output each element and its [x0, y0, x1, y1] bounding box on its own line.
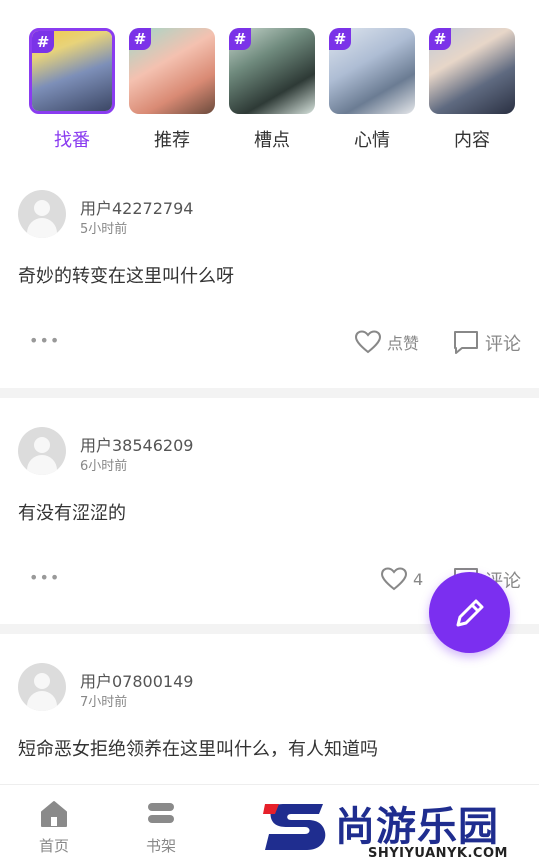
heart-icon: [355, 330, 381, 354]
pencil-icon: [456, 599, 483, 626]
topic-thumbnail: #: [329, 28, 415, 114]
topic-item-zhaofan[interactable]: # 找番: [22, 0, 122, 160]
topic-thumbnail: #: [229, 28, 315, 114]
like-count: 4: [413, 569, 424, 589]
post-card[interactable]: 用户07800149 7小时前 短命恶女拒绝领养在这里叫什么，有人知道吗: [0, 634, 539, 784]
avatar[interactable]: [18, 190, 66, 238]
topic-item-neirong[interactable]: # 内容: [422, 0, 522, 160]
post-username[interactable]: 用户42272794: [80, 195, 193, 219]
hashtag-badge: #: [229, 28, 251, 50]
avatar-body-shape: [27, 455, 57, 475]
hashtag-badge: #: [329, 28, 351, 50]
topic-item-tuijian[interactable]: # 推荐: [122, 0, 222, 160]
topic-item-caodian[interactable]: # 槽点: [222, 0, 322, 160]
bookshelf-icon: [148, 803, 174, 823]
topic-label: 内容: [454, 130, 490, 151]
topic-row: # 找番 # 推荐 # 槽点 # 心情 # 内容: [0, 0, 539, 160]
nav-item-home[interactable]: 首页: [9, 785, 99, 856]
topic-label: 找番: [54, 130, 90, 151]
nav-label: 书架: [145, 837, 176, 855]
more-options-icon[interactable]: •••: [29, 568, 60, 587]
watermark-logo-icon: [263, 804, 326, 850]
topic-label: 心情: [354, 130, 390, 151]
avatar[interactable]: [18, 427, 66, 475]
like-label: 点赞: [387, 334, 420, 353]
comment-label: 评论: [485, 334, 521, 355]
comment-button[interactable]: 评论: [453, 330, 521, 356]
hashtag-badge: #: [32, 31, 54, 53]
nav-label: 首页: [38, 837, 69, 855]
hashtag-badge: #: [429, 28, 451, 50]
watermark-subtitle: SHYIYUANYK.COM: [368, 846, 508, 861]
topic-thumbnail: #: [29, 28, 115, 114]
post-username[interactable]: 用户38546209: [80, 432, 193, 456]
topic-thumbnail: #: [129, 28, 215, 114]
more-options-icon[interactable]: •••: [29, 331, 60, 350]
avatar-body-shape: [27, 218, 57, 238]
post-username[interactable]: 用户07800149: [80, 668, 193, 692]
post-card[interactable]: 用户42272794 5小时前 奇妙的转变在这里叫什么呀 ••• 点赞 评论: [0, 160, 539, 388]
topic-label: 推荐: [154, 130, 190, 151]
avatar[interactable]: [18, 663, 66, 711]
post-text[interactable]: 短命恶女拒绝领养在这里叫什么，有人知道吗: [18, 735, 378, 761]
post-divider: [0, 388, 539, 398]
like-button[interactable]: 4: [381, 567, 423, 591]
avatar-body-shape: [27, 691, 57, 711]
post-time: 6小时前: [80, 459, 128, 474]
topic-label: 槽点: [254, 130, 290, 151]
heart-icon: [381, 567, 407, 591]
hashtag-badge: #: [129, 28, 151, 50]
nav-item-bookshelf[interactable]: 书架: [116, 785, 206, 856]
topic-item-xinqing[interactable]: # 心情: [322, 0, 422, 160]
home-icon: [41, 801, 67, 827]
post-text[interactable]: 奇妙的转变在这里叫什么呀: [18, 262, 234, 288]
like-button[interactable]: 点赞: [355, 330, 419, 354]
topic-thumbnail: #: [429, 28, 515, 114]
site-watermark: 尚游乐园 SHYIYUANYK.COM: [255, 798, 539, 866]
avatar-head-shape: [34, 437, 50, 453]
post-time: 5小时前: [80, 222, 128, 237]
post-time: 7小时前: [80, 695, 128, 710]
watermark-title: 尚游乐园: [335, 804, 499, 850]
avatar-head-shape: [34, 200, 50, 216]
avatar-head-shape: [34, 673, 50, 689]
comment-icon: [454, 331, 478, 354]
compose-button[interactable]: [429, 572, 510, 653]
post-text[interactable]: 有没有涩涩的: [18, 499, 126, 525]
